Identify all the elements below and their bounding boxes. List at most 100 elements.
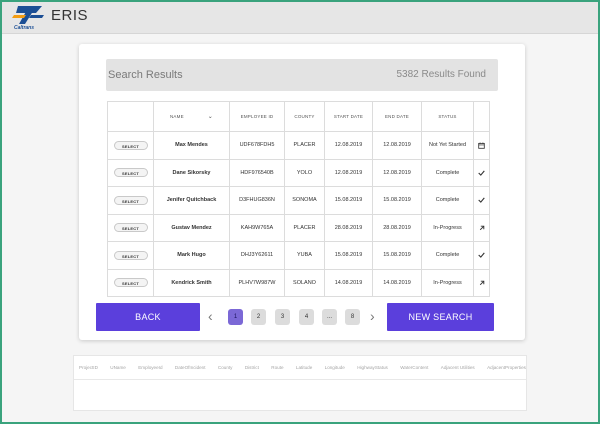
cell-status: In-Progress (421, 268, 474, 297)
chevron-down-icon[interactable]: ⌄ (208, 113, 213, 120)
table-row: SELECT Dane Sikorsky HDF976540B YOLO 12.08.2… (107, 158, 490, 187)
page-button-ellipsis[interactable]: ... (322, 309, 337, 325)
select-button[interactable]: SELECT (113, 250, 148, 260)
search-results-title: Search Results (108, 69, 183, 81)
secondary-column-header: Latitude (295, 365, 313, 370)
top-bar: Caltrans ERIS (0, 0, 600, 34)
cell-name: Jenifer Quitchback (153, 186, 230, 215)
cell-select-cell: SELECT (107, 268, 154, 297)
secondary-column-header: District (244, 365, 259, 370)
secondary-column-header: UName (110, 365, 126, 370)
table-row: SELECT Max Mendes UDF678FDH5 PLACER 12.08.20… (107, 131, 490, 160)
table-header-row: NAME ⌄ EMPLOYEE ID COUNTY START DATE END … (107, 101, 490, 132)
cell-employee-id: UDF678FDH5 (229, 131, 285, 160)
cell-start-date: 15.08.2019 (324, 186, 373, 215)
cell-employee-id: KAH9W765A (229, 213, 285, 242)
cell-action-cell (473, 213, 490, 242)
column-header-name[interactable]: NAME ⌄ (153, 101, 230, 132)
cell-name: Gustav Mendez (153, 213, 230, 242)
cell-name: Dane Sikorsky (153, 158, 230, 187)
column-header-county: COUNTY (284, 101, 325, 132)
cell-status: Complete (421, 186, 474, 215)
secondary-column-header: DateOfIncident (174, 365, 206, 370)
secondary-column-header: Longitude (324, 365, 345, 370)
page-button-2[interactable]: 2 (251, 309, 266, 325)
secondary-column-header: County (217, 365, 233, 370)
table-row: SELECT Mark Hugo DHJ3Y62611 YUBA 15.08.2019 1… (107, 241, 490, 270)
cell-action-cell (473, 131, 490, 160)
cell-county: SOLANO (284, 268, 325, 297)
select-button[interactable]: SELECT (113, 278, 148, 288)
cell-select-cell: SELECT (107, 186, 154, 215)
results-count: 5382 Results Found (396, 69, 486, 80)
select-button[interactable]: SELECT (113, 223, 148, 233)
page-button-3[interactable]: 3 (275, 309, 290, 325)
search-results-header: Search Results 5382 Results Found (106, 59, 498, 91)
calendar-icon[interactable] (478, 142, 485, 149)
table-row: SELECT Gustav Mendez KAH9W765A PLACER 28.08.… (107, 213, 490, 242)
cell-start-date: 12.08.2019 (324, 131, 373, 160)
cell-end-date: 15.08.2019 (372, 241, 422, 270)
cell-county: PLACER (284, 131, 325, 160)
column-header-select (107, 101, 154, 132)
cell-end-date: 12.08.2019 (372, 131, 422, 160)
cell-start-date: 15.08.2019 (324, 241, 373, 270)
cell-end-date: 12.08.2019 (372, 158, 422, 187)
cell-action-cell (473, 241, 490, 270)
back-button[interactable]: BACK (96, 303, 200, 331)
secondary-column-header: WaterContent (400, 365, 429, 370)
new-search-button[interactable]: NEW SEARCH (387, 303, 494, 331)
cell-select-cell: SELECT (107, 131, 154, 160)
column-header-action (473, 101, 490, 132)
cell-end-date: 15.08.2019 (372, 186, 422, 215)
select-button[interactable]: SELECT (113, 140, 148, 150)
column-header-end-date: END DATE (372, 101, 422, 132)
secondary-column-header: AdjacentProperties (487, 365, 526, 370)
cell-start-date: 12.08.2019 (324, 158, 373, 187)
cell-action-cell (473, 268, 490, 297)
secondary-table-header: ProjectID UName EmployeeId DateOfIncident Co… (74, 356, 526, 380)
arrow-up-right-icon[interactable] (479, 225, 485, 231)
cell-county: YOLO (284, 158, 325, 187)
table-row: SELECT Jenifer Quitchback D3FHUG836N SONOMA… (107, 186, 490, 215)
arrow-up-right-icon[interactable] (479, 280, 485, 286)
cell-action-cell (473, 158, 490, 187)
cell-employee-id: D3FHUG836N (229, 186, 285, 215)
cell-start-date: 14.08.2019 (324, 268, 373, 297)
logo-wordmark: Caltrans (14, 25, 35, 31)
page-button-1[interactable]: 1 (228, 309, 243, 325)
cell-end-date: 14.08.2019 (372, 268, 422, 297)
check-icon[interactable] (478, 170, 485, 176)
cell-name: Kendrick Smith (153, 268, 230, 297)
cell-select-cell: SELECT (107, 158, 154, 187)
cell-county: SONOMA (284, 186, 325, 215)
secondary-column-header: HighwayStatus (357, 365, 388, 370)
cell-name: Mark Hugo (153, 241, 230, 270)
select-button[interactable]: SELECT (113, 168, 148, 178)
chevron-left-icon[interactable]: ‹ (208, 307, 213, 325)
results-card: Search Results 5382 Results Found NAME ⌄ … (79, 44, 525, 340)
secondary-column-header: EmployeeId (138, 365, 163, 370)
check-icon[interactable] (478, 252, 485, 258)
select-button[interactable]: SELECT (113, 195, 148, 205)
cell-name: Max Mendes (153, 131, 230, 160)
cell-select-cell: SELECT (107, 213, 154, 242)
table-row: SELECT Kendrick Smith PLHV7W987W SOLANO 14.0… (107, 268, 490, 297)
cell-action-cell (473, 186, 490, 215)
cell-start-date: 28.08.2019 (324, 213, 373, 242)
results-table: NAME ⌄ EMPLOYEE ID COUNTY START DATE END … (107, 101, 490, 297)
cell-employee-id: DHJ3Y62611 (229, 241, 285, 270)
check-icon[interactable] (478, 197, 485, 203)
app-title: ERIS (51, 7, 89, 24)
chevron-right-icon[interactable]: › (370, 307, 375, 325)
secondary-column-header: Route (271, 365, 284, 370)
secondary-table: ProjectID UName EmployeeId DateOfIncident Co… (73, 355, 527, 411)
page-button-4[interactable]: 4 (299, 309, 314, 325)
column-header-status: STATUS (421, 101, 474, 132)
cell-employee-id: HDF976540B (229, 158, 285, 187)
column-header-employee-id: EMPLOYEE ID (229, 101, 285, 132)
cell-status: Complete (421, 241, 474, 270)
column-header-start-date: START DATE (324, 101, 373, 132)
cell-status: In-Progress (421, 213, 474, 242)
page-button-8[interactable]: 8 (345, 309, 360, 325)
